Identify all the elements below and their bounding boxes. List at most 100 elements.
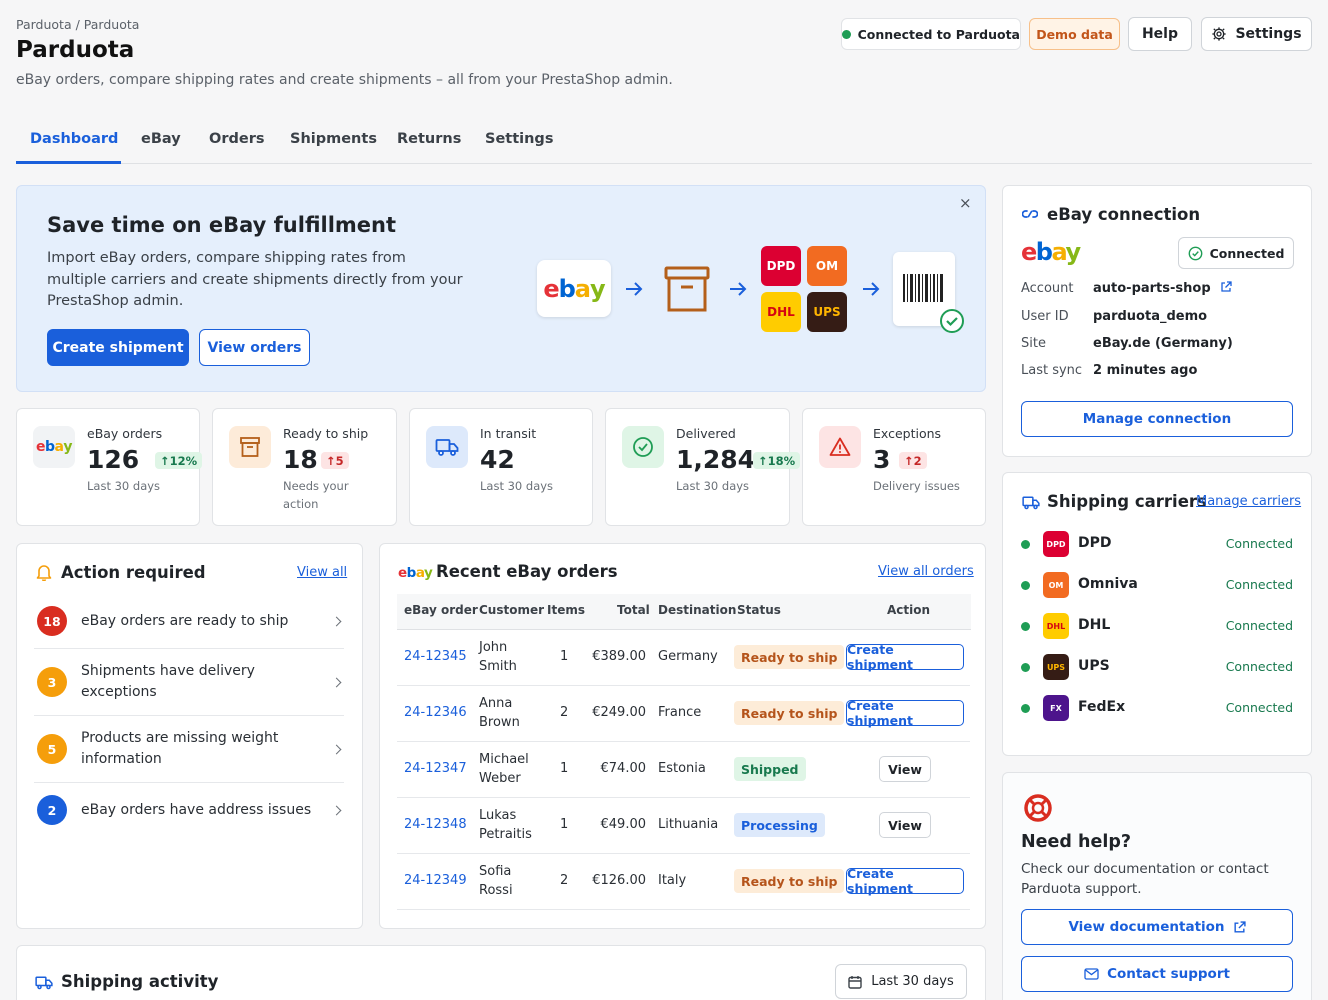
status-badge: Ready to ship (734, 645, 845, 669)
manage-connection-button[interactable]: Manage connection (1021, 401, 1293, 437)
close-icon[interactable]: × (959, 194, 972, 212)
table-row: 24-12347 Michael Weber 1 €74.00 Estonia Shippe… (397, 742, 970, 798)
kpi-card-ready-to-ship: Ready to ship 18 ↑ 5 Needs your action (212, 408, 397, 526)
arrow-right-icon (730, 282, 747, 296)
count-badge: 18 (37, 606, 67, 636)
count-badge: 3 (37, 667, 67, 697)
check-circle-icon (940, 309, 964, 333)
order-number-link[interactable]: 24-12346 (404, 703, 467, 722)
carrier-name: Omniva (1078, 576, 1138, 592)
contact-support-button[interactable]: Contact support (1021, 956, 1293, 992)
carrier-logo-icon: FX (1043, 695, 1069, 721)
settings-button[interactable]: Settings (1201, 17, 1312, 51)
ebay-logo-icon: ebay (1021, 238, 1081, 266)
hero-title: Save time on eBay fulfillment (47, 213, 397, 237)
page-title: Parduota (16, 37, 135, 63)
tab-ebay[interactable]: eBay (141, 131, 181, 147)
order-number-link[interactable]: 24-12348 (404, 815, 467, 834)
kpi-card-delivered: Delivered 1,284 ↑ 18% Last 30 days (605, 408, 801, 526)
carrier-logo-icon: DPD (1043, 531, 1069, 557)
kpi-label: eBay orders (87, 426, 163, 441)
status-dot-icon (1021, 540, 1030, 549)
order-number-link[interactable]: 24-12349 (404, 871, 467, 890)
truck-icon (426, 426, 468, 468)
status-dot-icon (1021, 622, 1030, 631)
ebay-logo-icon: ebay (33, 426, 75, 468)
action-item-text: eBay orders are ready to ship (81, 613, 289, 629)
view-documentation-button[interactable]: View documentation (1021, 909, 1293, 945)
action-item[interactable]: 3 Shipments have delivery exceptions (34, 649, 344, 716)
chevron-right-icon (331, 805, 342, 816)
view-orders-button[interactable]: View orders (199, 329, 310, 366)
last-sync-value: 2 minutes ago (1093, 363, 1198, 378)
carrier-status: Connected (1225, 659, 1293, 674)
arrow-right-icon (626, 282, 643, 296)
carrier-logo-icon: OM (1043, 572, 1069, 598)
help-button[interactable]: Help (1128, 17, 1192, 51)
tab-dashboard[interactable]: Dashboard (30, 131, 118, 147)
kpi-subtext: Delivery issues (873, 479, 960, 493)
hero-banner: Save time on eBay fulfillment Import eBa… (16, 185, 986, 392)
order-number-link[interactable]: 24-12345 (404, 647, 467, 666)
kpi-label: Exceptions (873, 426, 942, 441)
action-item[interactable]: 18 eBay orders are ready to ship (34, 601, 344, 649)
order-number-link[interactable]: 24-12347 (404, 759, 467, 778)
create-shipment-button[interactable]: Create shipment (846, 866, 964, 896)
carrier-row-omniva: OM Omniva Connected (1021, 572, 1293, 598)
hero-text: Import eBay orders, compare shipping rat… (47, 250, 463, 309)
carrier-row-dpd: DPD DPD Connected (1021, 531, 1293, 557)
kpi-card-ebay-orders: ebay eBay orders 126 ↑ 12% Last 30 days (16, 408, 203, 526)
carrier-row-dhl: DHL DHL Connected (1021, 613, 1293, 639)
check-circle-icon (1188, 246, 1202, 260)
view-order-button[interactable]: View (879, 756, 931, 782)
destination: Estonia (658, 761, 706, 776)
count-badge: 5 (37, 734, 67, 764)
status-dot-icon (1021, 663, 1030, 672)
items-count: 2 (560, 705, 569, 720)
create-shipment-button[interactable]: Create shipment (846, 698, 964, 728)
create-shipment-button[interactable]: Create shipment (846, 642, 964, 672)
demo-data-badge: Demo data (1029, 18, 1120, 50)
gear-icon (1212, 27, 1227, 41)
manage-carriers-link[interactable]: Manage carriers (1196, 494, 1301, 509)
status-dot-icon (842, 29, 851, 39)
customer-name: Michael Weber (479, 752, 529, 786)
connected-badge: Connected (1178, 237, 1294, 269)
customer-name: John Smith (479, 640, 517, 674)
column-header: Items (547, 603, 585, 617)
page-subtitle: eBay orders, compare shipping rates and … (16, 72, 673, 88)
action-item[interactable]: 2 eBay orders have address issues (34, 783, 344, 838)
tab-shipments[interactable]: Shipments (290, 131, 377, 147)
kpi-value: 1,284 (676, 445, 756, 474)
view-all-link[interactable]: View all (297, 565, 347, 580)
truck-icon (1022, 496, 1040, 510)
date-range-select[interactable]: Last 30 days (835, 964, 967, 999)
tab-returns[interactable]: Returns (397, 131, 461, 147)
help-panel: Need help? Check our documentation or co… (1002, 772, 1312, 1000)
connection-status-badge: Connected to Parduota (841, 18, 1021, 50)
help-title: Need help? (1021, 832, 1132, 852)
action-required-panel: Action required View all 18 eBay orders … (16, 543, 363, 929)
kpi-delta-badge: ↑ 2 (899, 452, 927, 469)
column-header: Destination (658, 603, 737, 617)
status-badge: Ready to ship (734, 869, 845, 893)
chevron-right-icon (331, 744, 342, 755)
carrier-status: Connected (1225, 577, 1293, 592)
action-item[interactable]: 5 Products are missing weight informatio… (34, 716, 344, 783)
create-shipment-button[interactable]: Create shipment (47, 329, 189, 366)
tab-settings[interactable]: Settings (485, 131, 553, 147)
view-order-button[interactable]: View (879, 812, 931, 838)
site-value: eBay.de (Germany) (1093, 336, 1233, 351)
view-all-orders-link[interactable]: View all orders (878, 564, 974, 579)
carrier-status: Connected (1225, 536, 1293, 551)
kpi-value: 42 (480, 445, 515, 474)
shipping-carriers-title: Shipping carriers (1047, 492, 1207, 511)
status-dot-icon (1021, 704, 1030, 713)
action-item-text: Products are missing weight information (81, 730, 279, 767)
action-required-title: Action required (61, 563, 206, 582)
order-total: €249.00 (592, 705, 646, 720)
items-count: 1 (560, 761, 569, 776)
account-value[interactable]: auto-parts-shop (1093, 281, 1232, 296)
tab-orders[interactable]: Orders (209, 131, 264, 147)
table-row: 24-12346 Anna Brown 2 €249.00 France Ready to … (397, 686, 970, 742)
